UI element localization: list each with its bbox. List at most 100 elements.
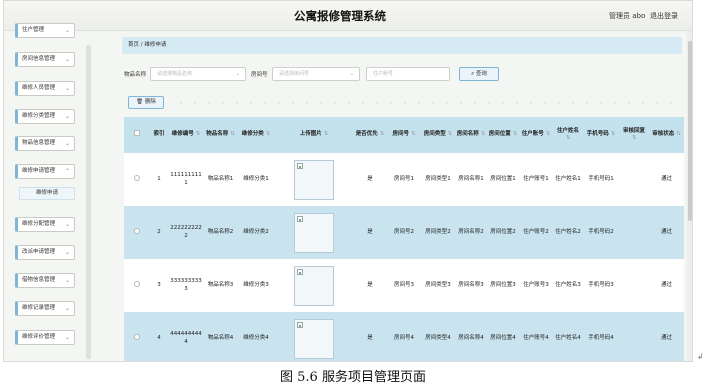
column-header[interactable]: 物品名称 ⇅ [204,117,237,153]
broken-image-icon[interactable] [294,265,334,306]
sidebar-item-label: 维修申请管理 [22,168,56,174]
row-checkbox[interactable] [124,153,150,206]
cell-category: 维修分类3 [243,281,269,288]
column-header[interactable]: 是否优先 ⇅ [353,117,387,153]
row-checkbox[interactable] [124,206,150,259]
broken-image-icon[interactable] [294,212,334,253]
sidebar-item-reassign[interactable]: 改派申请管理 ⌄ [15,245,75,260]
paragraph-mark-icon: ↲ [697,352,704,361]
cell-room-type: 房间类型1 [425,175,451,182]
sidebar-item-label: 借物信息管理 [22,277,56,283]
cell-index: 3 [157,281,161,288]
chevron-down-icon: ⌄ [64,140,70,147]
query-button[interactable]: ⌕ 查询 [459,67,499,81]
cell-index: 2 [157,228,161,235]
cell-name: 住户姓名3 [555,281,581,288]
cell-account: 住户账号1 [523,175,549,182]
chevron-down-icon: ⌄ [64,113,70,120]
table-row[interactable]: 1 1111111111 物品名称1 维修分类1 是 房间号1 房间类型1 房间… [124,153,684,206]
sidebar-item-repairers[interactable]: 维修人员管理 ⌄ [15,81,75,96]
cell-room-name: 房间名称1 [458,175,484,182]
sidebar-item-residents[interactable]: 住户管理 ⌄ [15,23,75,38]
sidebar-item-reviews[interactable]: 维修评价管理 ⌄ [15,330,75,345]
cell-reply [619,312,649,361]
sidebar-item-items[interactable]: 物品信息管理 ⌄ [15,136,75,151]
room-no-select[interactable]: 请选择房间号 ⌄ [272,67,360,81]
column-header[interactable]: 审核状态 ⇅ [649,117,684,153]
sidebar-item-categories[interactable]: 维修分类管理 ⌄ [15,109,75,124]
sidebar-item-label: 维修评价管理 [22,334,56,340]
cell-room-name: 房间名称4 [458,334,484,341]
cell-room-type: 房间类型4 [425,334,451,341]
cell-image[interactable] [275,153,353,206]
sidebar-subitem-repair-request[interactable]: 维修申请 [19,187,75,200]
sidebar-item-records[interactable]: 维修记录管理 ⌄ [15,301,75,316]
sort-icon: ⇅ [512,131,518,138]
column-header[interactable]: 审核回复 ⇅ [619,117,649,153]
table-row[interactable]: 3 3333333333 物品名称3 维修分类3 是 房间号3 房间类型3 房间… [124,259,684,312]
cell-phone: 手机号码4 [588,334,614,341]
broken-image-icon[interactable] [294,318,334,359]
sidebar-item-borrowing[interactable]: 借物信息管理 ⌄ [15,273,75,288]
sidebar-scrollbar[interactable] [86,45,91,359]
column-header[interactable]: 维修分类 ⇅ [237,117,275,153]
sidebar-item-rooms[interactable]: 房间信息管理 ⌄ [15,52,75,67]
sidebar-item-repair-requests[interactable]: 维修申请管理 ⌃ [15,164,75,179]
cell-repair-no: 1111111111 [170,172,202,186]
item-name-placeholder: 请选择物品名称 [157,71,193,77]
figure-caption: 图 5.6 服务项目管理页面 [280,370,426,385]
chevron-down-icon: ⌄ [64,277,70,284]
sort-icon: ⇅ [230,131,235,138]
delete-button[interactable]: 🗑 删除 [128,96,164,109]
cell-category: 维修分类1 [243,175,269,182]
column-header[interactable]: 房间位置 ⇅ [487,117,519,153]
cell-image[interactable] [275,206,353,259]
column-header[interactable]: 住户账号 ⇅ [519,117,553,153]
sort-icon: ⇅ [447,131,453,138]
sidebar-item-label: 维修人员管理 [22,85,56,91]
cell-status: 通过 [660,281,672,288]
cell-image[interactable] [275,259,353,312]
cell-category: 维修分类2 [243,228,269,235]
sort-icon: ⇅ [610,131,616,138]
column-header[interactable]: 房间类型 ⇅ [421,117,455,153]
current-user: 管理员 abo [609,12,646,20]
table-row[interactable]: 2 2222222222 物品名称2 维修分类2 是 房间号2 房间类型2 房间… [124,206,684,259]
sort-icon: ⇅ [410,131,416,138]
query-button-label: 查询 [475,71,487,77]
broken-image-icon[interactable] [294,159,334,200]
cell-status: 通过 [660,334,672,341]
table-header-row: 索引 维修编号 ⇅ 物品名称 ⇅ 维修分类 ⇅ 上传图片 ⇅ 是否优先 ⇅ 房间… [124,117,684,153]
row-checkbox[interactable] [124,259,150,312]
account-input[interactable]: 住户账号 [366,67,450,81]
select-all-checkbox[interactable] [124,117,150,153]
column-header[interactable]: 维修编号 ⇅ [168,117,204,153]
cell-priority: 是 [367,334,373,341]
column-header[interactable]: 上传图片 ⇅ [275,117,353,153]
sidebar-item-label: 维修分类管理 [22,113,56,119]
table-row[interactable]: 4 4444444444 物品名称4 维修分类4 是 房间号4 房间类型4 房间… [124,312,684,361]
row-checkbox[interactable] [124,312,150,361]
cell-status: 通过 [660,175,672,182]
sort-icon: ⇅ [631,135,637,141]
sidebar-item-label: 物品信息管理 [22,140,56,146]
column-header[interactable]: 住户姓名 ⇅ [553,117,583,153]
page-scrollbar-thumb[interactable] [688,41,692,221]
sidebar-item-assignments[interactable]: 维修分配管理 ⌄ [15,217,75,232]
top-bar: 公寓报修管理系统 管理员 abo 退出登录 [4,1,692,31]
column-header[interactable]: 房间号 ⇅ [387,117,421,153]
chevron-down-icon: ⌄ [64,85,70,92]
column-header[interactable]: 房间名称 ⇅ [455,117,487,153]
cell-room-name: 房间名称2 [458,228,484,235]
room-no-placeholder: 请选择房间号 [279,71,310,77]
item-name-label: 物品名称 [124,72,147,78]
repair-request-table: 索引 维修编号 ⇅ 物品名称 ⇅ 维修分类 ⇅ 上传图片 ⇅ 是否优先 ⇅ 房间… [124,117,684,361]
logout-link[interactable]: 退出登录 [650,11,678,21]
cell-reply [619,259,649,312]
item-name-select[interactable]: 请选择物品名称 ⌄ [150,67,246,81]
column-header[interactable]: 手机号码 ⇅ [583,117,619,153]
cell-image[interactable] [275,312,353,361]
cell-priority: 是 [367,175,373,182]
cell-room-location: 房间位置1 [490,175,516,182]
breadcrumb: 首页 / 维修申请 [122,37,682,54]
